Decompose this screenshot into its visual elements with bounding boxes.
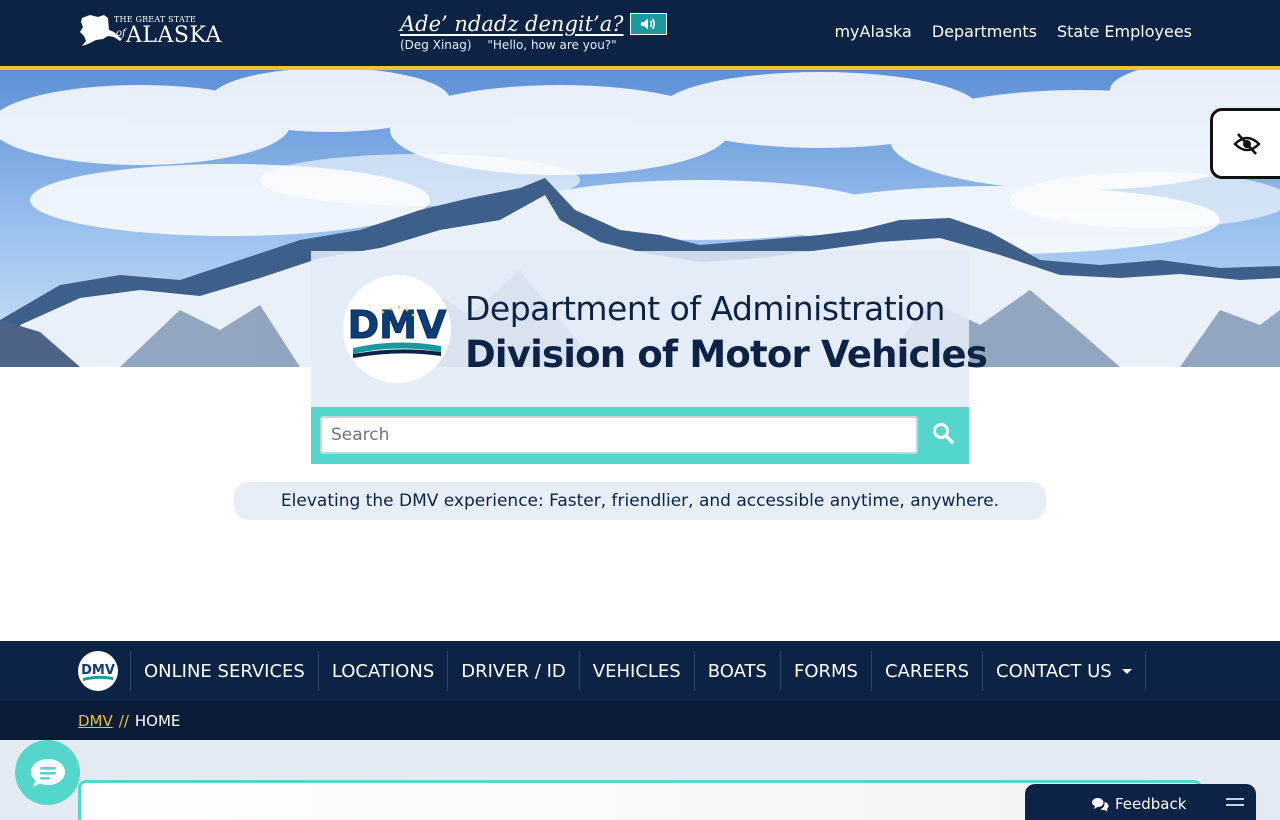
caret-down-icon xyxy=(1121,668,1132,674)
svg-text:DMV: DMV xyxy=(348,303,447,347)
feedback-label: Feedback xyxy=(1115,795,1187,813)
top-navigation: myAlaska Departments State Employees xyxy=(834,22,1192,41)
main-navigation: DMV ONLINE SERVICES LOCATIONS DRIVER / I… xyxy=(0,641,1280,701)
eye-slash-icon xyxy=(1233,132,1261,155)
logo-wordmark: ALASKA xyxy=(126,23,222,48)
breadcrumb-separator: // xyxy=(118,711,129,730)
breadcrumb-current: HOME xyxy=(134,711,181,730)
brand-card: DMV Department of Administration Divisio… xyxy=(311,251,988,407)
site-header: THE GREAT STATE of ALASKA Ade’ ndadz den… xyxy=(0,0,1280,66)
nav-state-employees[interactable]: State Employees xyxy=(1057,22,1192,41)
nav-myalaska[interactable]: myAlaska xyxy=(834,22,911,41)
chat-icon xyxy=(30,758,65,787)
nav-locations[interactable]: LOCATIONS xyxy=(319,651,449,691)
brand-division: Division of Motor Vehicles xyxy=(465,333,988,376)
state-of-alaska-logo[interactable]: THE GREAT STATE of ALASKA xyxy=(78,12,222,48)
nav-online-services[interactable]: ONLINE SERVICES xyxy=(131,651,319,691)
accessibility-toggle-button[interactable] xyxy=(1210,108,1280,179)
menu-icon[interactable] xyxy=(1226,798,1244,810)
feedback-tab[interactable]: Feedback xyxy=(1025,784,1256,820)
comments-icon xyxy=(1092,797,1109,811)
nav-forms[interactable]: FORMS xyxy=(781,651,872,691)
phrase-link[interactable]: Ade’ ndadz dengit’a? xyxy=(400,12,624,36)
tagline-banner: Elevating the DMV experience: Faster, fr… xyxy=(234,482,1046,520)
breadcrumb-link-dmv[interactable]: DMV xyxy=(78,712,113,730)
audio-icon xyxy=(641,18,656,30)
nav-careers[interactable]: CAREERS xyxy=(872,651,984,691)
nav-contact-us-label: CONTACT US xyxy=(996,660,1112,682)
breadcrumb: DMV // HOME xyxy=(0,701,1280,740)
nav-contact-us[interactable]: CONTACT US xyxy=(983,651,1146,691)
dmv-home-logo[interactable]: DMV xyxy=(78,651,118,691)
play-audio-button[interactable] xyxy=(629,13,667,35)
nav-driver-id[interactable]: DRIVER / ID xyxy=(448,651,580,691)
search-icon xyxy=(933,423,954,444)
native-language-phrase: Ade’ ndadz dengit’a? (Deg Xinag) "Hello,… xyxy=(400,12,667,52)
search-button[interactable] xyxy=(928,418,958,448)
phrase-language: (Deg Xinag) xyxy=(400,38,472,52)
brand-department: Department of Administration xyxy=(465,289,945,328)
chat-button[interactable] xyxy=(15,740,80,805)
search-input[interactable] xyxy=(320,416,918,454)
nav-departments[interactable]: Departments xyxy=(932,22,1037,41)
logo-of: of xyxy=(116,28,126,39)
nav-boats[interactable]: BOATS xyxy=(695,651,781,691)
nav-vehicles[interactable]: VEHICLES xyxy=(580,651,695,691)
dmv-logo[interactable]: DMV xyxy=(343,275,451,383)
phrase-translation: "Hello, how are you?" xyxy=(487,38,617,52)
search-bar xyxy=(311,407,969,464)
